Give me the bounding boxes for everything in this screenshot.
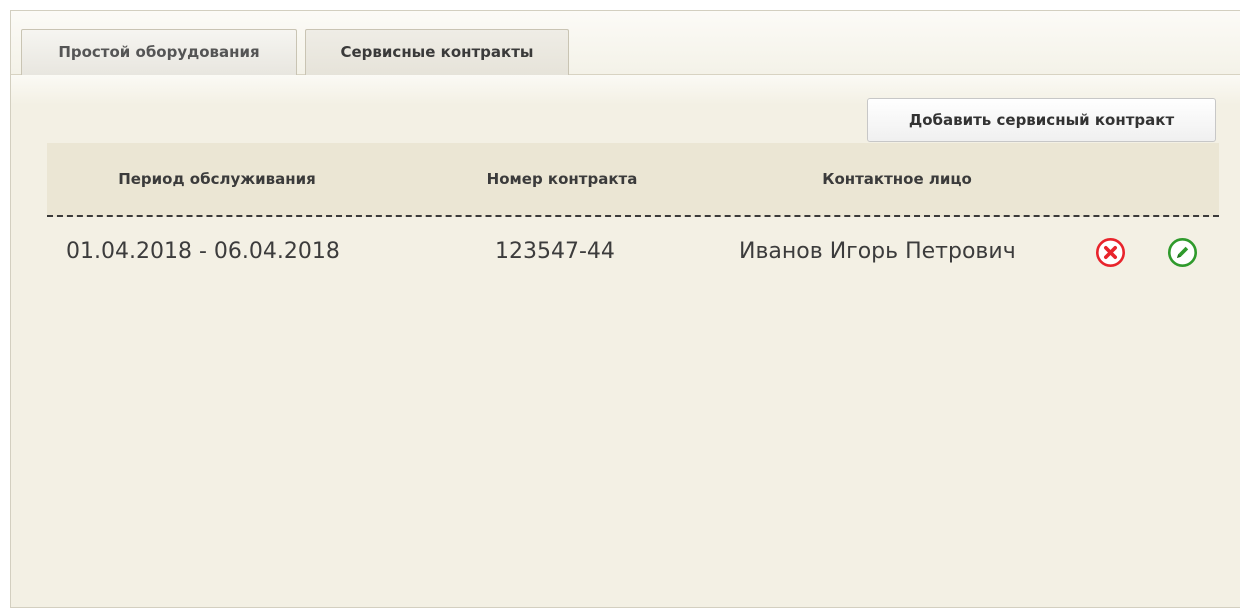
tab-equipment-downtime[interactable]: Простой оборудования xyxy=(21,29,297,75)
cell-contact-person: Иванов Игорь Петрович xyxy=(739,239,1016,264)
table-row: 01.04.2018 - 06.04.2018 123547-44 Иванов… xyxy=(47,217,1219,287)
edit-icon[interactable] xyxy=(1167,237,1198,268)
column-header-contract-number: Номер контракта xyxy=(486,170,638,188)
tab-content: Добавить сервисный контракт Период обслу… xyxy=(11,75,1240,607)
table-header: Период обслуживания Номер контракта Конт… xyxy=(47,143,1219,217)
column-header-period: Период обслуживания xyxy=(118,170,316,188)
column-header-contact-person: Контактное лицо xyxy=(822,170,972,188)
service-panel: Простой оборудования Сервисные контракты… xyxy=(10,10,1240,608)
tab-service-contracts[interactable]: Сервисные контракты xyxy=(305,29,569,76)
cell-contract-number: 123547-44 xyxy=(495,239,615,264)
tab-bar: Простой оборудования Сервисные контракты xyxy=(11,11,1240,76)
add-service-contract-button[interactable]: Добавить сервисный контракт xyxy=(867,98,1216,142)
delete-icon[interactable] xyxy=(1095,237,1126,268)
cell-period: 01.04.2018 - 06.04.2018 xyxy=(66,239,340,264)
